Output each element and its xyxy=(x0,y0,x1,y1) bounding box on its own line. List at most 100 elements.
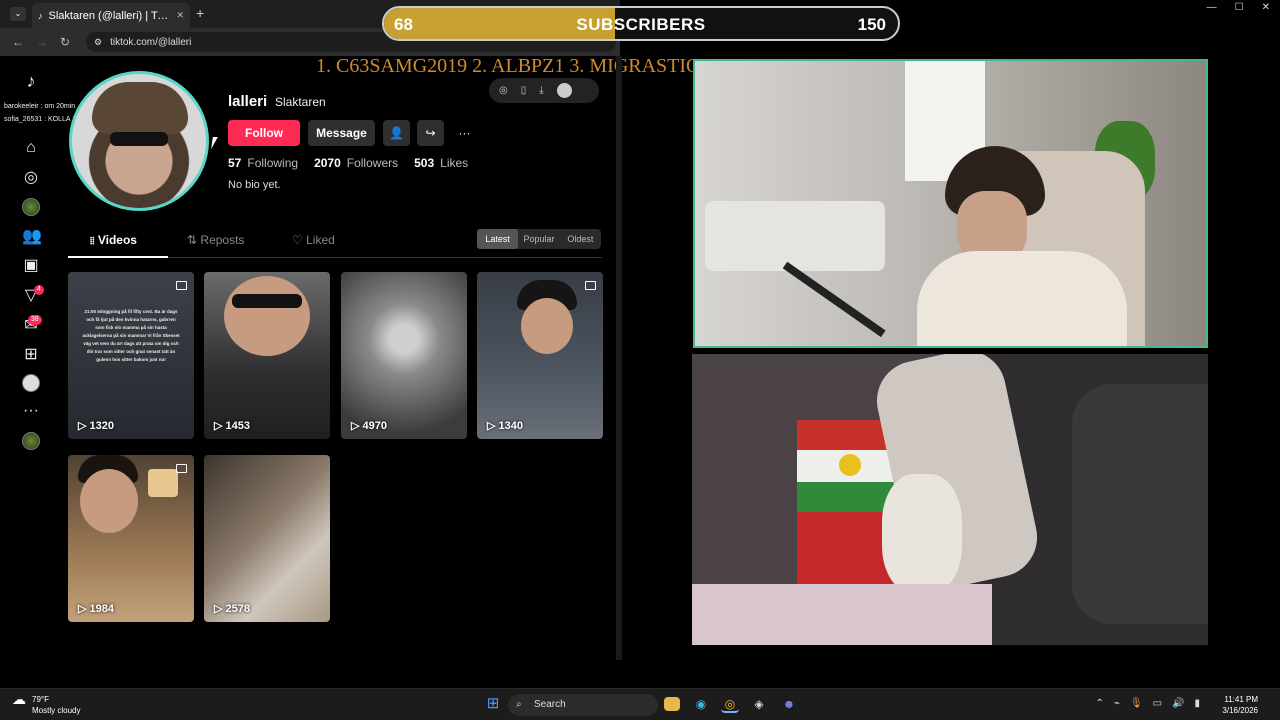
profile-icon[interactable] xyxy=(22,374,40,392)
explore-icon[interactable]: ◎ xyxy=(22,169,40,187)
webcam-feed-top xyxy=(693,59,1208,348)
live-icon[interactable]: ▣ xyxy=(22,257,40,275)
play-icon: ▷ xyxy=(78,603,90,615)
network-icon[interactable]: ⌁ xyxy=(1114,698,1120,709)
video-thumbnail-lamp xyxy=(148,469,178,497)
cam-person-hair xyxy=(882,474,962,594)
likes-count: 503 xyxy=(414,156,435,170)
taskbar-clock[interactable]: 11:41 PM 3/16/2026 xyxy=(1222,694,1258,716)
video-card[interactable]: ▷ 2578 xyxy=(204,455,330,622)
add-friend-icon[interactable]: 👤 xyxy=(383,120,410,146)
windows-start-icon[interactable]: ⊞ xyxy=(484,695,502,713)
video-card[interactable]: ▷ 1453 xyxy=(204,272,330,439)
video-card[interactable]: ▷ 1340 xyxy=(477,272,603,439)
video-thumbnail-face xyxy=(521,298,573,354)
sort-oldest[interactable]: Oldest xyxy=(560,229,601,249)
avatar-hair xyxy=(92,82,188,134)
reload-icon[interactable]: ↻ xyxy=(60,35,70,49)
tab-search-button[interactable]: ⌄ xyxy=(10,7,26,21)
microphone-icon[interactable]: 🎙 xyxy=(1130,698,1143,709)
play-icon: ▷ xyxy=(214,603,226,615)
window-controls: — ☐ ✕ xyxy=(1207,2,1270,13)
file-explorer-icon[interactable] xyxy=(664,697,680,711)
mouse-cursor-icon xyxy=(211,137,218,149)
tab-reposts[interactable]: ⇅ Reposts xyxy=(187,233,244,247)
followers-count: 2070 xyxy=(314,156,341,170)
pinned-icon xyxy=(585,281,596,290)
video-thumbnail-sunglasses xyxy=(232,294,302,308)
play-icon: ▷ xyxy=(351,420,363,432)
tiktok-logo-icon[interactable]: ♪ xyxy=(22,72,40,90)
tab-liked[interactable]: ♡ Liked xyxy=(292,233,335,247)
heart-icon: ♡ xyxy=(292,233,303,247)
compass-icon[interactable]: ◎ xyxy=(499,85,508,96)
edge-icon[interactable]: ◉ xyxy=(692,695,710,713)
following-avatar-icon[interactable] xyxy=(22,198,40,216)
avatar-glasses xyxy=(110,132,168,146)
tray-overflow-icon[interactable]: ⌃ xyxy=(1095,698,1103,709)
minimize-icon[interactable]: — xyxy=(1207,2,1217,13)
more-icon[interactable]: ··· xyxy=(22,402,40,420)
play-icon: ▷ xyxy=(78,420,90,432)
video-thumbnail-face xyxy=(80,469,138,533)
discord-icon[interactable]: ☻ xyxy=(780,695,798,713)
tiktok-sidebar: ♪ ⌂ ◎ 👥 ▣ ▽ 4 ✉ 38 ⊞ ··· xyxy=(0,56,58,686)
device-icon[interactable]: ▯ xyxy=(521,85,527,96)
followers-label[interactable]: Followers xyxy=(347,156,398,170)
view-count: 1320 xyxy=(89,420,114,432)
video-card[interactable]: ▷ 4970 xyxy=(341,272,467,439)
user-circle-icon[interactable] xyxy=(556,83,572,98)
friends-icon[interactable]: 👥 xyxy=(22,228,42,246)
taskbar-search[interactable]: ⌕ Search xyxy=(508,694,658,716)
account-avatar-icon[interactable] xyxy=(22,432,40,450)
volume-icon[interactable]: 🔊 xyxy=(1172,698,1184,709)
new-tab-button[interactable]: + xyxy=(196,5,204,21)
profile-bio: No bio yet. xyxy=(228,179,281,191)
subscriber-goal: 150 xyxy=(857,15,886,34)
more-options-icon[interactable]: ··· xyxy=(451,120,478,146)
play-icon: ▷ xyxy=(487,420,499,432)
view-count: 1340 xyxy=(498,420,523,432)
video-card[interactable]: 21:00 Inloggning på fil fifty cent. Ba ä… xyxy=(68,272,194,439)
clock-date: 3/16/2026 xyxy=(1222,706,1258,715)
upload-icon[interactable]: ⊞ xyxy=(22,346,40,364)
video-views: ▷ 4970 xyxy=(351,419,387,432)
chrome-icon[interactable]: ◎ xyxy=(721,695,739,713)
site-info-icon[interactable]: ⚙ xyxy=(94,37,102,48)
activity-badge: 4 xyxy=(34,285,44,295)
window-divider xyxy=(616,56,622,660)
weather-widget[interactable]: ☁ 79°F Mostly cloudy xyxy=(12,692,80,716)
profile-avatar[interactable] xyxy=(69,71,209,211)
system-tray: ⌃ ⌁ 🎙 ▭ 🔊 ▮ xyxy=(1095,698,1200,709)
app-icon[interactable]: ◈ xyxy=(750,695,768,713)
sort-toggle: Latest Popular Oldest xyxy=(477,229,601,249)
cam-dark-right xyxy=(1072,384,1208,624)
back-icon[interactable]: ← xyxy=(12,35,24,49)
profile-display-name: Slaktaren xyxy=(275,95,326,109)
home-icon[interactable]: ⌂ xyxy=(22,139,40,157)
message-button[interactable]: Message xyxy=(308,120,375,146)
windows-taskbar: ☁ 79°F Mostly cloudy ⊞ ⌕ Search ◉ ◎ ◈ ☻ … xyxy=(0,688,1280,720)
play-icon: ▷ xyxy=(214,420,226,432)
display-icon[interactable]: ▭ xyxy=(1153,698,1162,709)
video-card[interactable]: ▷ 1984 xyxy=(68,455,194,622)
browser-tab[interactable]: ♪ Slaktaren (@lalleri) | TikTok ✕ xyxy=(32,3,190,28)
battery-icon[interactable]: ▮ xyxy=(1194,698,1200,709)
forward-icon[interactable]: → xyxy=(36,35,48,49)
following-label[interactable]: Following xyxy=(247,156,298,170)
sort-latest[interactable]: Latest xyxy=(477,229,519,249)
maximize-icon[interactable]: ☐ xyxy=(1235,2,1244,13)
tiktok-favicon-icon: ♪ xyxy=(38,10,43,21)
repost-icon: ⇅ xyxy=(187,233,198,247)
cam-bed xyxy=(692,584,992,645)
profile-username: lalleri xyxy=(228,93,268,110)
share-icon[interactable]: ↪ xyxy=(417,120,444,146)
close-window-icon[interactable]: ✕ xyxy=(1262,2,1270,13)
follow-button[interactable]: Follow xyxy=(228,120,300,146)
video-views: ▷ 2578 xyxy=(214,602,250,615)
sort-popular[interactable]: Popular xyxy=(518,229,559,249)
tab-close-button[interactable]: ✕ xyxy=(176,10,184,21)
download-icon[interactable]: ⤓ xyxy=(539,85,543,96)
tab-videos-label: Videos xyxy=(97,233,137,247)
tab-videos[interactable]: ⦙⦙ Videos xyxy=(90,233,137,247)
